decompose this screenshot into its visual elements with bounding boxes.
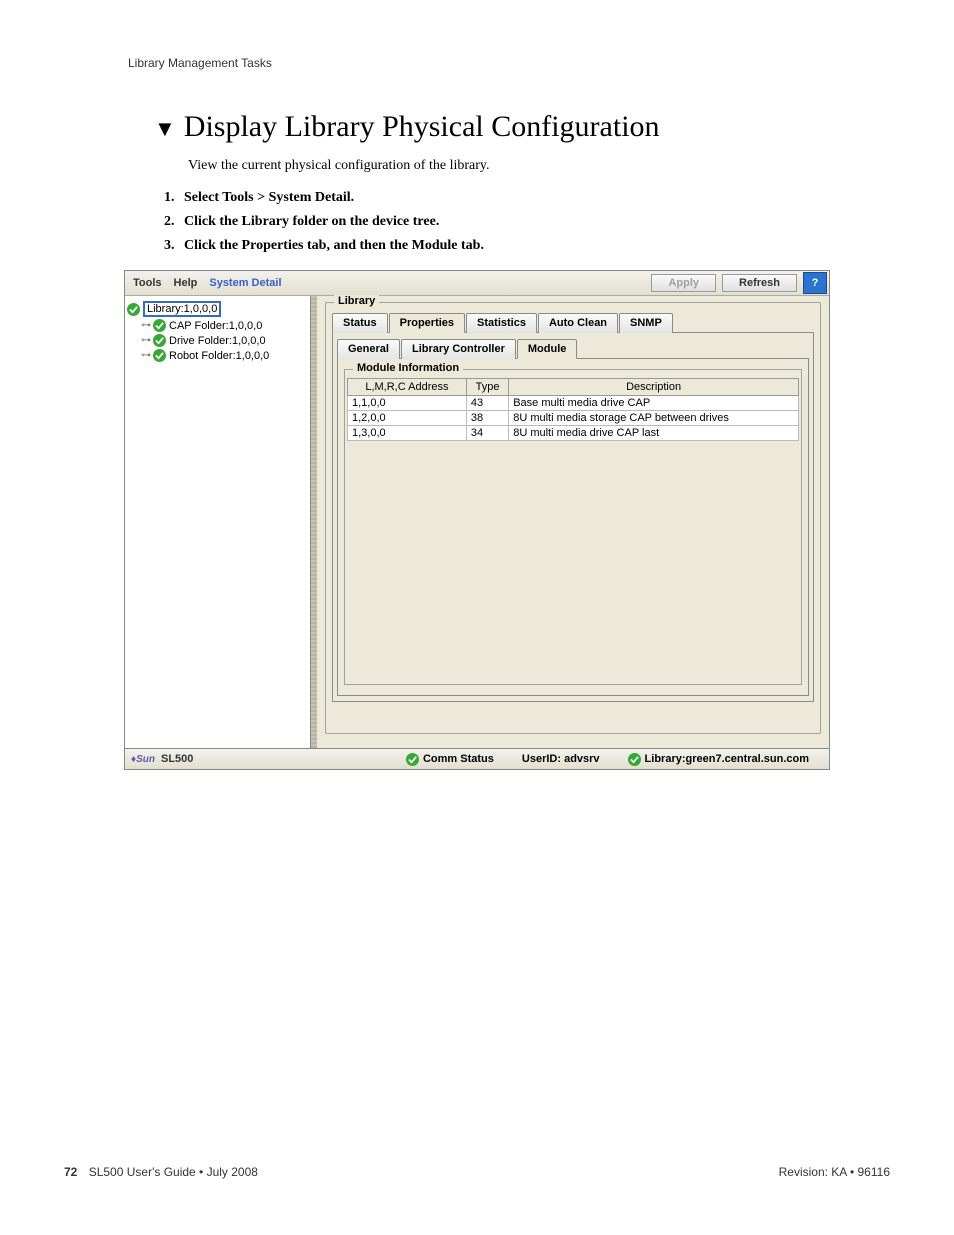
ok-icon <box>153 334 166 347</box>
panel-legend: Library <box>334 295 379 307</box>
tab-snmp[interactable]: SNMP <box>619 313 673 333</box>
expand-icon[interactable]: ⊶ <box>141 350 151 361</box>
device-tree[interactable]: Library:1,0,0,0 ⊶ CAP Folder:1,0,0,0 ⊶ D… <box>125 296 311 748</box>
page-title: Display Library Physical Configuration <box>184 110 660 144</box>
ok-icon <box>127 303 140 316</box>
tab-module[interactable]: Module <box>517 339 578 359</box>
tab-statistics[interactable]: Statistics <box>466 313 537 333</box>
expand-icon[interactable]: ⊶ <box>141 335 151 346</box>
menu-system-detail[interactable]: System Detail <box>203 274 287 292</box>
tab-properties[interactable]: Properties <box>389 313 465 333</box>
tab-status[interactable]: Status <box>332 313 388 333</box>
steps-list: 1.Select Tools > System Detail. 2.Click … <box>164 190 890 254</box>
page-footer: 72 SL500 User's Guide • July 2008 Revisi… <box>64 1165 890 1179</box>
page-number: 72 <box>64 1165 77 1179</box>
ok-icon <box>153 349 166 362</box>
module-table: L,M,R,C Address Type Description 1,1,0,0… <box>347 378 799 441</box>
table-row[interactable]: 1,1,0,043Base multi media drive CAP <box>348 396 799 411</box>
model-label: SL500 <box>161 753 193 765</box>
table-row[interactable]: 1,3,0,0348U multi media drive CAP last <box>348 426 799 441</box>
tabs-secondary: General Library Controller Module <box>337 339 809 359</box>
running-head: Library Management Tasks <box>128 56 890 70</box>
ok-icon <box>153 319 166 332</box>
group-legend: Module Information <box>353 362 463 374</box>
tab-general[interactable]: General <box>337 339 400 359</box>
menubar: Tools Help System Detail Apply Refresh ? <box>125 271 829 296</box>
tree-item-cap-folder[interactable]: ⊶ CAP Folder:1,0,0,0 <box>127 318 308 333</box>
apply-button[interactable]: Apply <box>651 274 716 292</box>
section-arrow-icon: ▼ <box>154 116 176 142</box>
comm-status: Comm Status <box>406 753 494 766</box>
ok-icon <box>406 753 419 766</box>
tree-item-robot-folder[interactable]: ⊶ Robot Folder:1,0,0,0 <box>127 348 308 363</box>
library-host: Library:green7.central.sun.com <box>628 753 809 766</box>
expand-icon[interactable]: ⊶ <box>141 320 151 331</box>
revision: Revision: KA • 96116 <box>779 1165 890 1179</box>
module-information-group: Module Information L,M,R,C Address Type … <box>344 369 802 685</box>
menu-help[interactable]: Help <box>168 274 204 292</box>
tabs-primary: Status Properties Statistics Auto Clean … <box>332 313 814 333</box>
status-bar: ♦Sun SL500 Comm Status UserID: advsrv Li… <box>125 748 829 769</box>
refresh-button[interactable]: Refresh <box>722 274 797 292</box>
tab-auto-clean[interactable]: Auto Clean <box>538 313 618 333</box>
sun-logo: ♦Sun <box>131 754 155 765</box>
library-panel: Library Status Properties Statistics Aut… <box>325 302 821 734</box>
intro-text: View the current physical configuration … <box>188 158 890 174</box>
tab-library-controller[interactable]: Library Controller <box>401 339 516 359</box>
menu-tools[interactable]: Tools <box>127 274 168 292</box>
tree-item-drive-folder[interactable]: ⊶ Drive Folder:1,0,0,0 <box>127 333 308 348</box>
ok-icon <box>628 753 641 766</box>
user-id: UserID: advsrv <box>522 753 600 765</box>
col-type[interactable]: Type <box>466 379 508 396</box>
tree-root-library[interactable]: Library:1,0,0,0 <box>127 300 308 318</box>
table-row[interactable]: 1,2,0,0388U multi media storage CAP betw… <box>348 411 799 426</box>
col-description[interactable]: Description <box>509 379 799 396</box>
help-button[interactable]: ? <box>803 272 827 294</box>
app-screenshot: Tools Help System Detail Apply Refresh ?… <box>124 270 830 770</box>
col-address[interactable]: L,M,R,C Address <box>348 379 467 396</box>
book-title: SL500 User's Guide • July 2008 <box>89 1165 258 1179</box>
